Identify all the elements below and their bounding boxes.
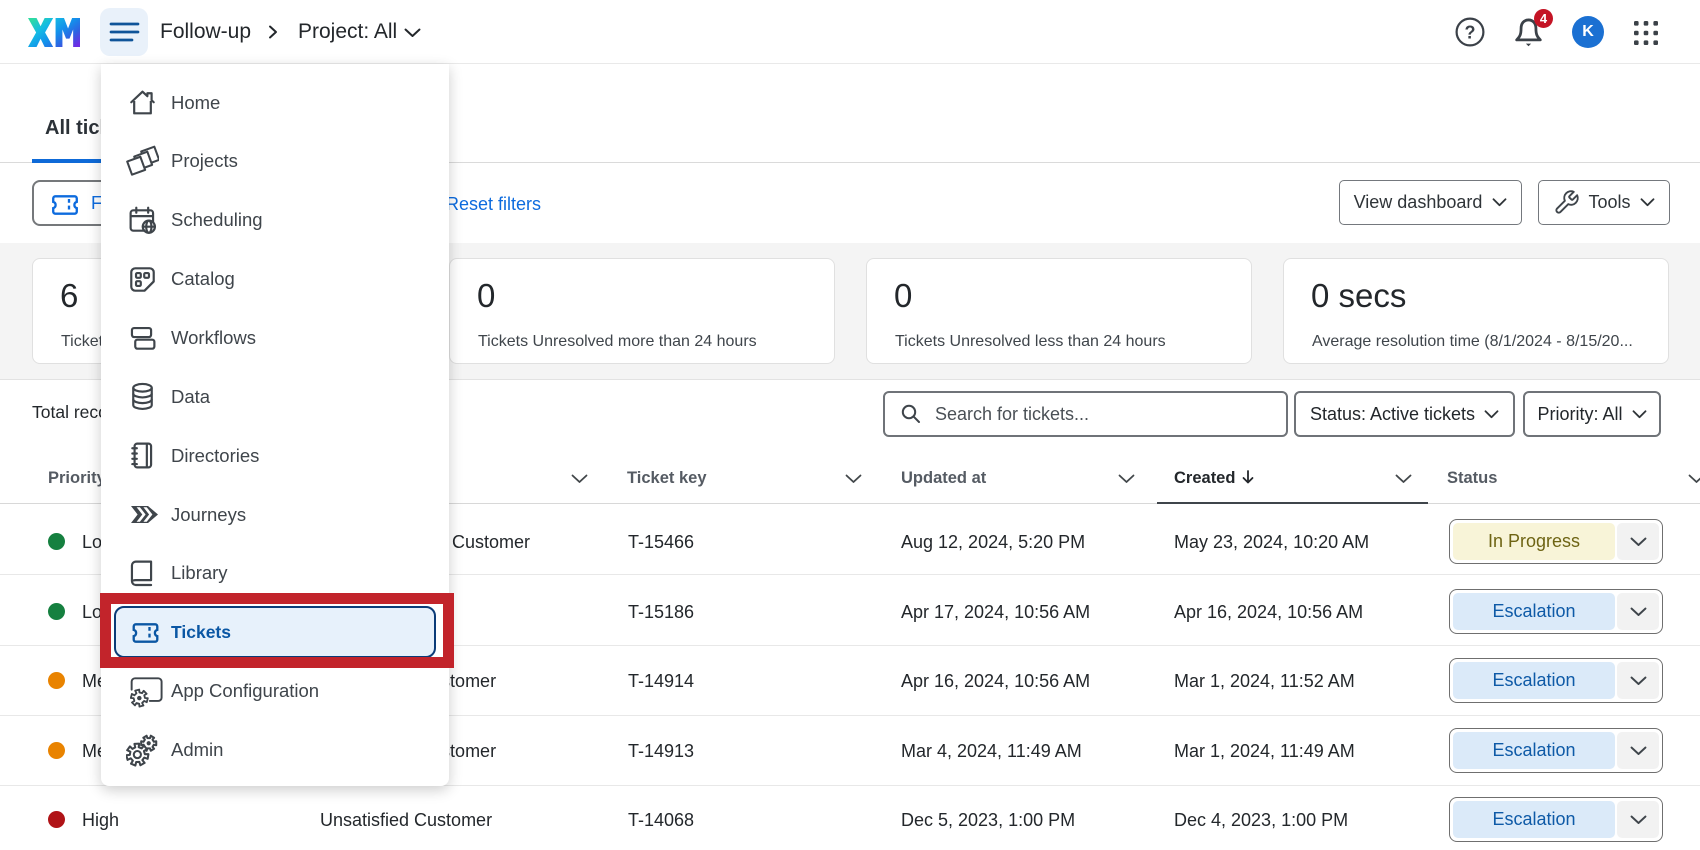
- svg-text:?: ?: [1465, 23, 1476, 43]
